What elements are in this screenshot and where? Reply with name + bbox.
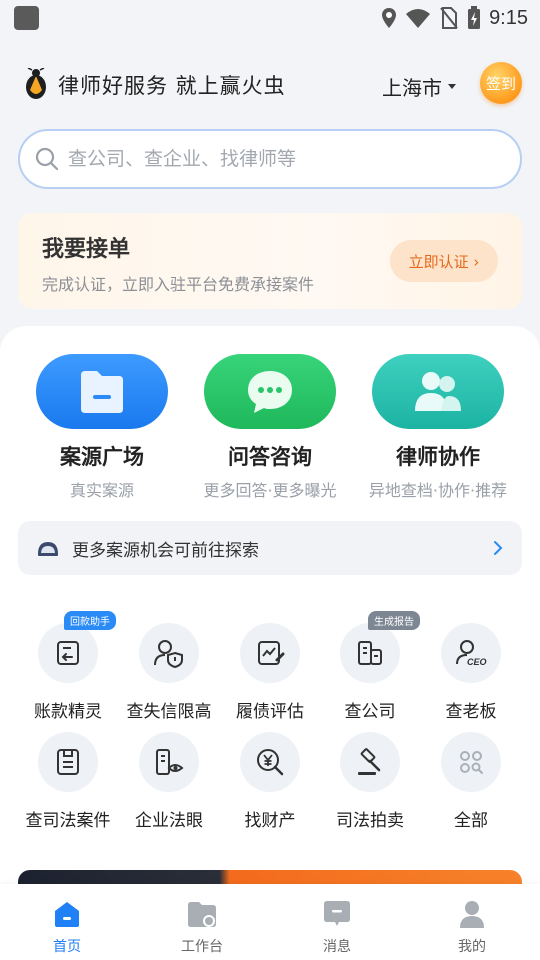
feature-title: 案源广场: [60, 445, 144, 469]
no-sim-icon: [440, 7, 458, 29]
chat-bubble-icon: [248, 370, 292, 413]
nav-home[interactable]: 首页: [17, 898, 117, 956]
firefly-logo-icon: [26, 68, 46, 99]
tool-find-assets[interactable]: 找财产: [220, 732, 320, 831]
profile-icon: [456, 898, 488, 930]
signin-button[interactable]: 签到: [480, 62, 522, 104]
notification-icon: [14, 6, 39, 30]
building-eye-icon: [156, 749, 184, 775]
chevron-right-icon: [494, 541, 503, 555]
message-icon: [321, 898, 353, 930]
feature-subtitle: 更多回答·更多曝光: [203, 481, 337, 500]
battery-icon: [468, 6, 481, 29]
status-time: 9:15: [489, 6, 528, 29]
status-icons: 9:15: [381, 4, 528, 32]
nav-label: 首页: [53, 939, 81, 955]
tool-label: 查失信限高: [126, 702, 212, 722]
tool-dishonest-check[interactable]: 查失信限高: [119, 623, 219, 722]
tool-label: 全部: [454, 811, 488, 831]
tools-grid: 账款精灵 回款助手 查失信限高 履债评估 查公司 生成报告 CEO 查老板 查司…: [18, 593, 522, 853]
nav-workbench[interactable]: 工作台: [152, 898, 252, 956]
wifi-icon: [406, 9, 431, 28]
status-bar: 9:15: [0, 0, 540, 36]
nav-profile[interactable]: 我的: [422, 898, 522, 956]
tool-icon-wrap: [38, 623, 98, 683]
tool-enterprise-eye[interactable]: 企业法眼: [119, 732, 219, 831]
take-orders-title: 我要接单: [42, 237, 131, 262]
tool-badge: 生成报告: [368, 611, 420, 630]
grid-dots-icon: [460, 751, 483, 774]
tool-label: 查公司: [344, 702, 396, 722]
city-label: 上海市: [382, 76, 442, 100]
tool-icon-wrap: CEO: [441, 623, 501, 683]
take-orders-subtitle: 完成认证，立即入驻平台免费承接案件: [42, 275, 315, 294]
app-slogan: 律师好服务 就上赢火虫: [58, 74, 286, 98]
home-icon: [51, 898, 83, 930]
feature-lawyer-collab[interactable]: 律师协作 异地查档·协作·推荐: [353, 354, 523, 501]
nav-label: 工作台: [181, 939, 223, 955]
building-icon: [358, 641, 382, 665]
tool-company-lookup[interactable]: 查公司 生成报告: [320, 611, 420, 722]
invoice-icon: [57, 641, 79, 665]
tool-label: 履债评估: [236, 702, 304, 722]
header: 律师好服务 就上赢火虫 上海市 签到: [0, 60, 540, 110]
tool-accounts-assistant[interactable]: 账款精灵 回款助手: [18, 611, 118, 722]
person-shield-icon: [154, 640, 183, 668]
tool-label: 查老板: [445, 702, 497, 722]
feature-qa-consult[interactable]: 问答咨询 更多回答·更多曝光: [185, 354, 355, 501]
tool-icon-wrap: [240, 732, 300, 792]
ceo-text: CEO: [467, 657, 487, 667]
search-input[interactable]: [68, 148, 468, 170]
ceo-icon: CEO: [456, 640, 487, 667]
explore-text: 更多案源机会可前往探索: [72, 540, 259, 561]
take-orders-card[interactable]: 我要接单 完成认证，立即入驻平台免费承接案件 立即认证 ›: [18, 213, 522, 309]
tool-label: 查司法案件: [25, 811, 111, 831]
tool-debt-assessment[interactable]: 履债评估: [220, 623, 320, 722]
search-bar[interactable]: [18, 129, 522, 189]
gavel-icon: [358, 748, 381, 775]
case-file-icon: [57, 749, 79, 775]
feature-case-square[interactable]: 案源广场 真实案源: [17, 354, 187, 501]
tool-label: 企业法眼: [135, 811, 203, 831]
feature-case-square-button[interactable]: [36, 354, 168, 429]
tool-label: 找财产: [244, 811, 296, 831]
nav-label: 我的: [458, 939, 486, 955]
tool-all[interactable]: 全部: [421, 732, 521, 831]
workbench-icon: [186, 898, 218, 930]
feature-lawyer-collab-button[interactable]: [372, 354, 504, 429]
yuan-search-icon: [257, 749, 284, 776]
city-selector[interactable]: 上海市: [382, 72, 456, 101]
verify-now-button[interactable]: 立即认证 ›: [390, 240, 498, 282]
tool-icon-wrap: [441, 732, 501, 792]
tool-icon-wrap: [38, 732, 98, 792]
feature-subtitle: 异地查档·协作·推荐: [368, 481, 508, 500]
tool-badge: 回款助手: [64, 611, 116, 630]
bottom-nav: 首页 工作台 消息 我的: [0, 884, 540, 960]
location-icon: [382, 8, 397, 28]
feature-qa-consult-button[interactable]: [204, 354, 336, 429]
tool-icon-wrap: [340, 732, 400, 792]
search-icon: [35, 147, 59, 171]
lawyer-avatar-icon: [38, 542, 58, 556]
folder-icon: [81, 370, 123, 413]
tool-icon-wrap: [340, 623, 400, 683]
chart-edit-icon: [258, 641, 285, 665]
tool-judicial-cases[interactable]: 查司法案件: [18, 732, 118, 831]
tool-icon-wrap: [139, 623, 199, 683]
caret-down-icon: [448, 84, 456, 89]
tool-icon-wrap: [139, 732, 199, 792]
tool-icon-wrap: [240, 623, 300, 683]
feature-subtitle: 真实案源: [69, 481, 134, 500]
nav-messages[interactable]: 消息: [287, 898, 387, 956]
tool-boss-lookup[interactable]: CEO 查老板: [421, 623, 521, 722]
tool-judicial-auction[interactable]: 司法拍卖: [320, 732, 420, 831]
feature-title: 问答咨询: [228, 445, 312, 469]
tool-label: 司法拍卖: [336, 811, 404, 831]
tool-label: 账款精灵: [34, 702, 102, 722]
people-icon: [415, 371, 461, 411]
explore-more-cases-bar[interactable]: 更多案源机会可前往探索: [18, 521, 522, 575]
nav-label: 消息: [323, 939, 351, 955]
feature-title: 律师协作: [396, 445, 480, 469]
